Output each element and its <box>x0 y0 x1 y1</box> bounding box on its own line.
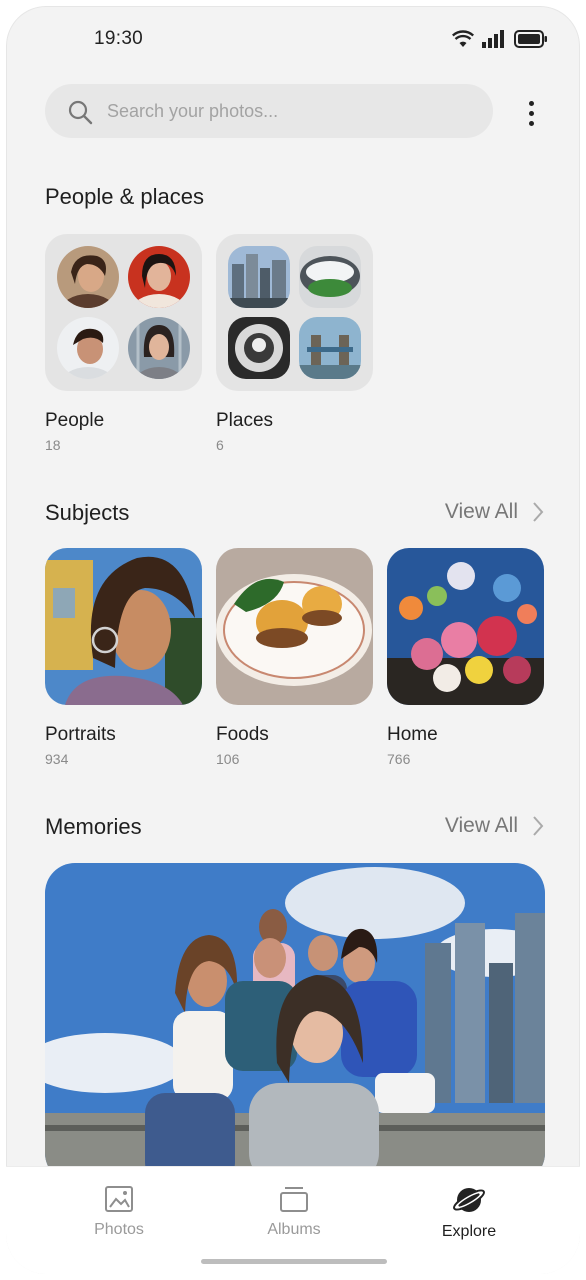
search-bar[interactable] <box>45 84 493 138</box>
nav-item-albums[interactable]: Albums <box>234 1185 354 1239</box>
memories-card[interactable] <box>45 863 545 1183</box>
albums-icon <box>280 1187 308 1212</box>
places-tile[interactable] <box>216 234 373 391</box>
search-input[interactable] <box>107 84 467 138</box>
place-thumbnail <box>299 246 361 308</box>
place-thumbnail <box>228 246 290 308</box>
places-tile-count: 6 <box>216 437 224 453</box>
person-avatar <box>57 317 119 379</box>
phone-screen: 19:30 Search your photos... People & pla… <box>0 0 586 1280</box>
memories-view-all-link[interactable]: View All <box>445 814 544 838</box>
nav-label-explore: Explore <box>441 1223 497 1240</box>
foods-tile-count: 106 <box>216 751 240 767</box>
home-tile[interactable] <box>387 548 544 705</box>
home-tile-count: 766 <box>387 751 411 767</box>
chevron-right-icon <box>533 502 544 522</box>
foods-tile[interactable] <box>216 548 373 705</box>
portraits-tile[interactable] <box>45 548 202 705</box>
chevron-right-icon <box>533 816 544 836</box>
home-tile-label: Home <box>387 724 438 745</box>
home-indicator[interactable] <box>201 1259 387 1264</box>
nav-item-explore[interactable]: Explore <box>409 1185 529 1241</box>
place-thumbnail <box>299 317 361 379</box>
planet-icon <box>453 1188 485 1212</box>
places-tile-label: Places <box>216 410 274 431</box>
more-options-button[interactable] <box>520 96 542 130</box>
person-avatar <box>128 246 190 308</box>
nav-label-photos: Photos <box>94 1221 144 1238</box>
nav-label-albums: Albums <box>267 1221 321 1238</box>
people-tile[interactable] <box>45 234 202 391</box>
section-title-memories: Memories <box>45 814 142 839</box>
view-all-label: View All <box>444 814 518 837</box>
people-tile-count: 18 <box>45 437 61 453</box>
foods-tile-label: Foods <box>216 724 269 745</box>
section-title-people-places: People & places <box>45 184 204 209</box>
person-avatar <box>128 317 190 379</box>
signal-icon <box>482 30 504 48</box>
photo-icon <box>105 1186 133 1212</box>
view-all-label: View All <box>444 500 518 523</box>
portraits-tile-count: 934 <box>45 751 69 767</box>
status-icons <box>452 30 548 48</box>
battery-icon <box>514 30 547 48</box>
search-icon <box>68 100 93 125</box>
section-title-subjects: Subjects <box>45 500 130 525</box>
place-thumbnail <box>228 317 290 379</box>
wifi-icon <box>452 30 474 47</box>
people-tile-label: People <box>45 410 105 431</box>
status-bar: 19:30 <box>6 6 580 70</box>
status-time: 19:30 <box>94 28 144 49</box>
nav-item-photos[interactable]: Photos <box>59 1185 179 1239</box>
person-avatar <box>57 246 119 308</box>
subjects-view-all-link[interactable]: View All <box>445 500 544 524</box>
portraits-tile-label: Portraits <box>45 724 116 745</box>
